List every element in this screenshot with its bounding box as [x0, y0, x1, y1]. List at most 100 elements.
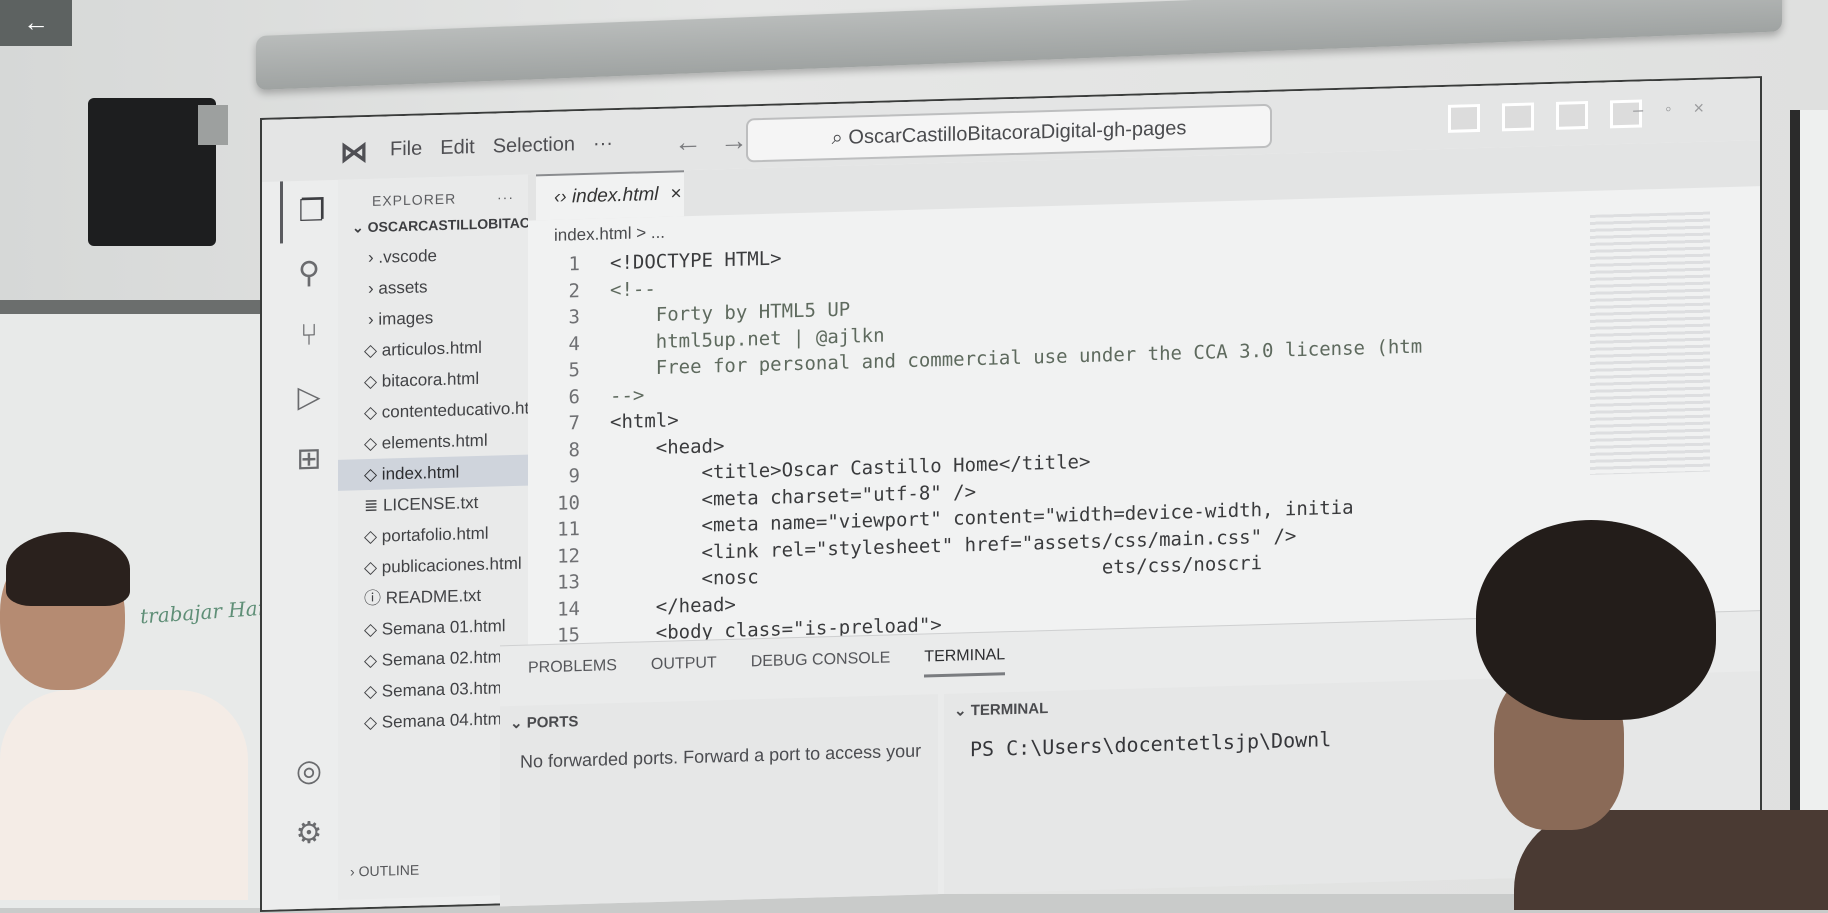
line-number: 11 [557, 518, 580, 541]
line-text: </head> [610, 593, 736, 619]
chevron-down-icon: ⌄ [954, 702, 971, 720]
line-number: 4 [568, 332, 580, 355]
tree-item-label: portafolio.html [381, 523, 489, 546]
source-control-icon[interactable]: ⑂ [280, 304, 338, 368]
tab-debug-console[interactable]: DEBUG CONSOLE [751, 649, 891, 682]
close-window-icon[interactable]: × [1693, 97, 1726, 118]
html-file-icon: ◇ [364, 681, 382, 702]
line-number: 7 [568, 412, 580, 435]
html-file-icon: ◇ [364, 650, 382, 671]
tree-item-label: README.txt [385, 585, 482, 608]
menu-bar: File Edit Selection ··· [390, 132, 613, 161]
close-icon[interactable]: × [671, 183, 682, 204]
tree-item-label: publicaciones.html [381, 553, 522, 577]
menu-more[interactable]: ··· [593, 132, 613, 156]
html-file-icon: ◇ [364, 402, 382, 423]
tab-terminal[interactable]: TERMINAL [924, 646, 1006, 678]
html-file-icon: ◇ [364, 526, 382, 547]
search-icon: ⌕ [831, 126, 849, 150]
explorer-title: EXPLORER [372, 190, 457, 209]
menu-edit[interactable]: Edit [440, 136, 474, 160]
speaker-mount [198, 105, 228, 145]
tab-problems[interactable]: PROBLEMS [528, 657, 617, 688]
toggle-sidebar-icon[interactable] [1448, 103, 1480, 133]
tab-output[interactable]: OUTPUT [651, 654, 717, 685]
chevron-down-icon: ⌄ [510, 714, 527, 733]
tree-item-label: bitacora.html [381, 368, 480, 391]
line-number: 8 [568, 438, 580, 461]
search-view-icon[interactable]: ⚲ [280, 242, 338, 306]
search-text: OscarCastilloBitacoraDigital-gh-pages [848, 117, 1187, 149]
line-number: 5 [568, 359, 580, 382]
settings-gear-icon[interactable]: ⚙ [280, 802, 338, 866]
person-left-shirt [0, 690, 248, 900]
workspace-root-label: OSCARCASTILLOBITACOR... [367, 213, 528, 236]
line-number: 3 [568, 306, 580, 329]
tree-item-label: Semana 03.html [381, 678, 506, 701]
explorer-more-button[interactable]: ··· [497, 189, 514, 205]
tree-item[interactable]: ◇ publicaciones.html [338, 548, 528, 584]
line-number: 6 [568, 385, 580, 408]
window-controls: –◦× [1633, 97, 1726, 121]
tree-item-label: .vscode [378, 246, 437, 267]
ports-section: ⌄ PORTS No forwarded ports. Forward a po… [500, 694, 938, 907]
vscode-logo-icon: ⋈ [340, 136, 368, 168]
chevron-right-icon: › [368, 309, 379, 330]
html-file-icon: ◇ [364, 557, 382, 578]
html-file-icon: ◇ [364, 712, 382, 733]
html-file-icon: ◇ [364, 464, 382, 485]
tab-label: index.html [571, 183, 659, 208]
tree-item-label: LICENSE.txt [382, 492, 479, 515]
person-right [1454, 520, 1828, 910]
toggle-panel-icon[interactable] [1502, 102, 1534, 132]
html-file-icon: ◇ [364, 619, 382, 640]
line-number: 14 [557, 597, 580, 621]
maximize-icon[interactable]: ◦ [1665, 98, 1693, 119]
workspace-root[interactable]: ⌄ OSCARCASTILLOBITACOR... [338, 205, 528, 243]
chevron-right-icon: › [368, 247, 379, 268]
tree-item-label: contenteducativo.html [381, 398, 548, 422]
license-file-icon: ≣ [364, 495, 383, 516]
chevron-right-icon: › [350, 863, 359, 880]
tree-item-label: assets [378, 277, 428, 298]
line-text: <head> [610, 434, 725, 460]
wall-speaker [88, 98, 216, 246]
line-text: <!-- [610, 277, 656, 301]
menu-selection[interactable]: Selection [493, 133, 575, 158]
account-icon[interactable]: ◎ [280, 740, 338, 804]
person-right-hair [1476, 520, 1716, 720]
menu-file[interactable]: File [390, 138, 422, 162]
line-text: <html> [610, 409, 679, 434]
chevron-right-icon: › [368, 278, 379, 299]
extensions-icon[interactable]: ⊞ [280, 428, 338, 492]
html-file-icon: ‹› [554, 186, 572, 208]
tree-item-label: index.html [381, 462, 460, 484]
run-debug-icon[interactable]: ▷ [280, 366, 338, 430]
command-center-search[interactable]: ⌕ OscarCastilloBitacoraDigital-gh-pages [746, 103, 1272, 163]
explorer-icon[interactable]: ❐ [280, 179, 341, 244]
toggle-secondary-sidebar-icon[interactable] [1556, 100, 1588, 130]
minimap[interactable] [1590, 211, 1710, 475]
tab-index-html[interactable]: ‹› index.html × [536, 170, 684, 221]
layout-controls [1448, 99, 1642, 133]
back-arrow-icon[interactable]: ← [674, 125, 720, 157]
tree-item[interactable]: ◇ contenteducativo.html [338, 393, 547, 429]
activity-bar: ❐ ⚲ ⑂ ▷ ⊞ ◎ ⚙ [280, 179, 341, 902]
line-number: 1 [568, 253, 580, 276]
tree-item-label: Semana 02.html [381, 647, 506, 670]
line-number: 2 [568, 279, 580, 302]
info-file-icon: ⓘ [364, 588, 386, 609]
terminal-title: TERMINAL [970, 700, 1049, 720]
minimize-icon[interactable]: – [1633, 99, 1665, 120]
outline-label: OUTLINE [358, 861, 420, 880]
tree-item-label: Semana 04.html [381, 709, 506, 732]
line-text: --> [610, 383, 645, 407]
explorer-header: EXPLORER ··· [338, 175, 528, 210]
tree-item-label: images [378, 308, 434, 329]
line-number: 13 [557, 571, 580, 594]
line-number: 9 [568, 465, 580, 488]
line-text: <!DOCTYPE HTML> [610, 247, 782, 275]
code-view[interactable]: 1 <!DOCTYPE HTML> 2 <!-- 3 Forty by HTML5 … [538, 228, 1422, 650]
back-button[interactable]: ← [0, 0, 72, 46]
outline-section[interactable]: › OUTLINE [338, 862, 419, 880]
